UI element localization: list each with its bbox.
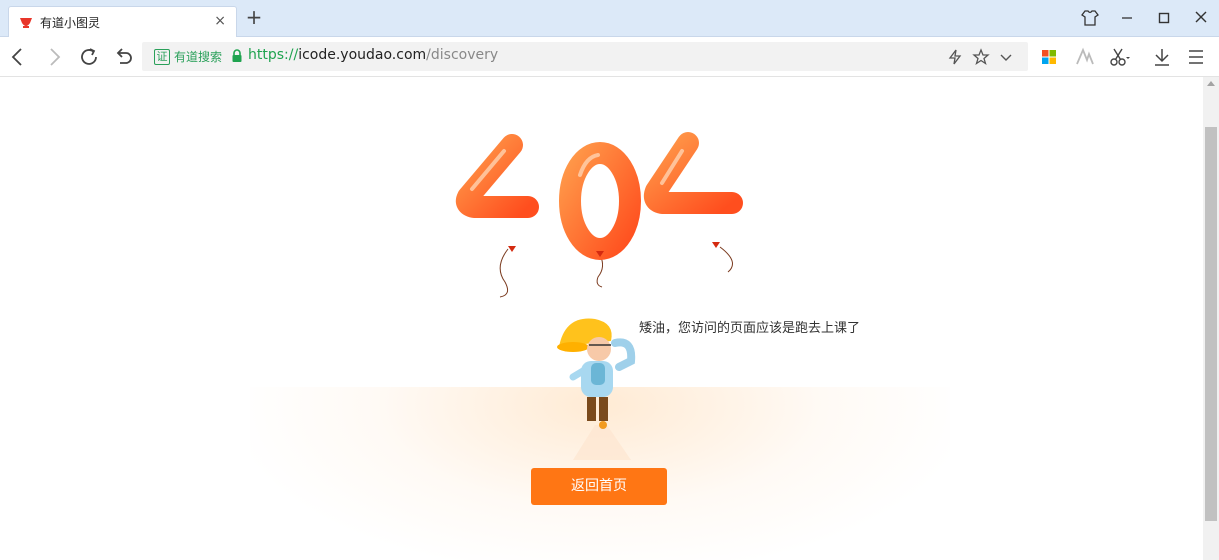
url-path: /discovery [426,47,499,63]
scrollbar-thumb[interactable] [1205,127,1217,521]
browser-toolbar: 证 有道搜索 https://icode.youdao.com/discover… [0,37,1219,77]
new-tab-button[interactable]: + [244,7,264,28]
page-content: 矮油，您访问的页面应该是跑去上课了 返回首页 [0,77,1203,560]
address-bar[interactable]: 证 有道搜索 https://icode.youdao.com/discover… [142,42,1028,71]
undo-close-tab-icon[interactable] [111,45,135,69]
refresh-icon[interactable] [77,45,101,69]
tab-close-icon[interactable]: × [214,13,226,29]
scroll-up-arrow-icon[interactable] [1207,81,1215,86]
minimize-icon[interactable] [1115,7,1139,29]
url-host: icode.youdao.com [298,47,427,63]
back-icon[interactable] [6,45,30,69]
boy-character-illustration [557,318,636,460]
tab-active[interactable]: 有道小图灵 × [8,6,237,37]
download-icon[interactable] [1151,46,1173,68]
apps-grid-icon[interactable] [1038,46,1060,68]
verify-badge-icon: 证 [154,48,170,65]
screenshot-scissors-icon[interactable] [1108,46,1130,68]
lock-icon[interactable] [231,49,243,63]
favorite-star-icon[interactable] [972,48,990,66]
close-window-icon[interactable] [1189,7,1213,29]
url-scheme: https:// [248,47,299,63]
forward-icon[interactable] [42,45,66,69]
search-verify-badge[interactable]: 证 有道搜索 [154,48,222,65]
balloon-404-illustration [455,132,743,298]
skin-shirt-icon[interactable] [1078,7,1102,29]
url-text[interactable]: https://icode.youdao.com/discovery [248,47,498,63]
menu-icon[interactable] [1185,46,1207,68]
maximize-icon[interactable] [1152,7,1176,29]
verify-label: 有道搜索 [174,50,223,64]
youdao-favicon-icon [20,18,32,28]
back-to-home-button[interactable]: 返回首页 [531,468,667,505]
vertical-scrollbar[interactable] [1203,77,1219,560]
error-message: 矮油，您访问的页面应该是跑去上课了 [639,321,861,336]
tab-bar: 有道小图灵 × + [0,0,1219,37]
lightning-icon[interactable] [946,48,964,66]
reader-mode-icon[interactable] [1074,46,1096,68]
chevron-down-icon[interactable] [997,48,1015,66]
tab-title: 有道小图灵 [40,16,101,30]
